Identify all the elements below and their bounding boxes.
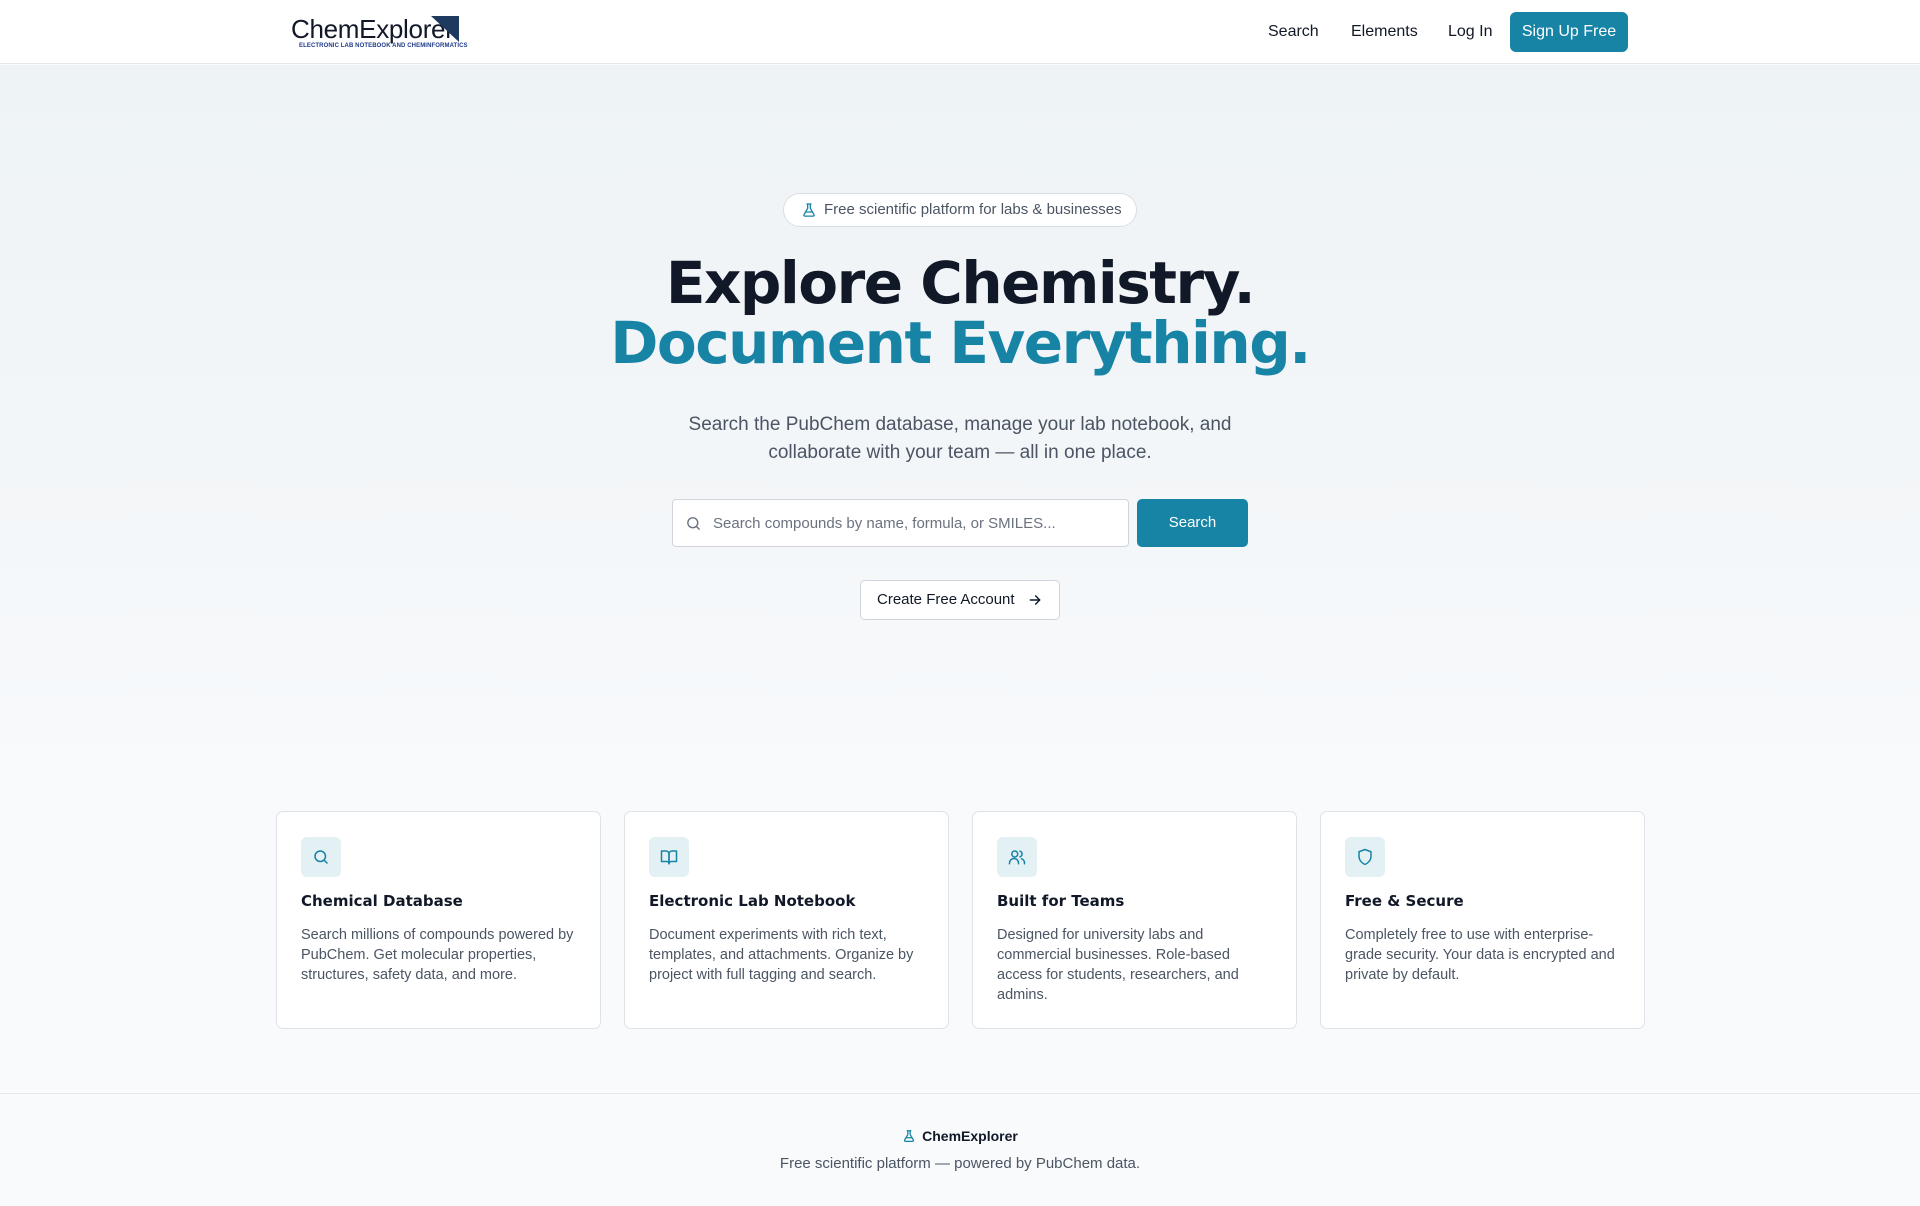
- footer-brand-name: ChemExplorer: [922, 1128, 1018, 1144]
- logo-flag-icon: [431, 16, 459, 42]
- create-account-button[interactable]: Create Free Account: [860, 580, 1060, 620]
- search-button[interactable]: Search: [1137, 499, 1248, 547]
- platform-badge: Free scientific platform for labs & busi…: [783, 193, 1137, 227]
- hero-title-line-2: Document Everything.: [610, 309, 1311, 377]
- nav-link-elements[interactable]: Elements: [1351, 20, 1418, 44]
- platform-badge-text: Free scientific platform for labs & busi…: [824, 201, 1122, 218]
- search-icon: [314, 850, 328, 864]
- footer-text: Free scientific platform — powered by Pu…: [779, 1155, 1141, 1172]
- book-icon: [660, 850, 678, 865]
- create-account-label: Create Free Account: [877, 591, 1015, 608]
- feature-description: Document experiments with rich text, tem…: [649, 927, 914, 983]
- top-navbar: ChemExplorer ELECTRONIC LAB NOTEBOOK AND…: [0, 0, 1920, 64]
- feature-title: Built for Teams: [997, 892, 1125, 910]
- card-icon-container: [301, 837, 341, 877]
- nav-link-login[interactable]: Log In: [1448, 20, 1492, 44]
- compound-search-box[interactable]: [672, 499, 1129, 547]
- sign-up-button[interactable]: Sign Up Free: [1510, 12, 1628, 52]
- logo-tagline: ELECTRONIC LAB NOTEBOOK AND CHEMINFORMAT…: [299, 43, 468, 49]
- footer-brand: ChemExplorer: [0, 1126, 1920, 1146]
- flask-icon: [904, 1130, 915, 1143]
- card-icon-container: [1345, 837, 1385, 877]
- card-icon-container: [649, 837, 689, 877]
- hero-title-line-1: Explore Chemistry.: [665, 249, 1256, 317]
- search-icon: [687, 517, 700, 530]
- brand-logo[interactable]: ChemExplorer ELECTRONIC LAB NOTEBOOK AND…: [291, 14, 468, 50]
- feature-title: Free & Secure: [1345, 892, 1464, 910]
- arrow-right-icon: [1029, 595, 1041, 605]
- feature-description: Search millions of compounds powered by …: [301, 927, 574, 983]
- feature-card-lab-notebook: Electronic Lab Notebook Document experim…: [624, 811, 949, 1029]
- card-icon-container: [997, 837, 1037, 877]
- feature-card-teams: Built for Teams Designed for university …: [972, 811, 1297, 1029]
- page-footer: ChemExplorer Free scientific platform — …: [0, 1093, 1920, 1206]
- shield-icon: [1358, 848, 1372, 866]
- feature-title: Chemical Database: [301, 892, 463, 910]
- hero-title: Explore Chemistry. Document Everything.: [0, 253, 1920, 373]
- feature-title: Electronic Lab Notebook: [649, 892, 856, 910]
- nav-link-search[interactable]: Search: [1268, 20, 1319, 44]
- feature-description: Designed for university labs and commerc…: [997, 927, 1239, 1003]
- flask-icon: [803, 203, 815, 217]
- compound-search-input[interactable]: [713, 500, 1118, 546]
- feature-card-chemical-database: Chemical Database Search millions of com…: [276, 811, 601, 1029]
- hero-section: Free scientific platform for labs & busi…: [0, 65, 1920, 785]
- feature-description: Completely free to use with enterprise-g…: [1345, 927, 1615, 983]
- hero-subtitle: Search the PubChem database, manage your…: [688, 414, 1232, 463]
- feature-card-secure: Free & Secure Completely free to use wit…: [1320, 811, 1645, 1029]
- users-icon: [1008, 850, 1026, 865]
- logo-wordmark: ChemExplorer: [291, 14, 454, 44]
